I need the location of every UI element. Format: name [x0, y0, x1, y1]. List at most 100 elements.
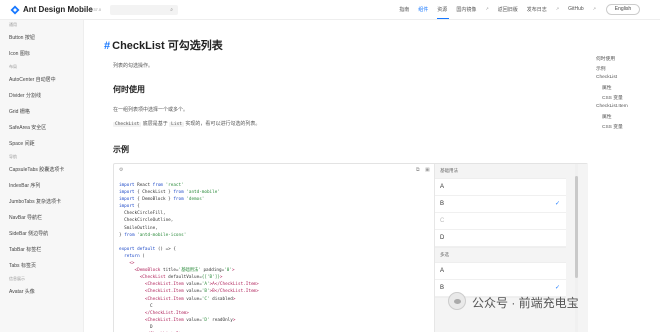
checklist-item[interactable]: D — [435, 230, 566, 247]
checklist-item[interactable]: A — [435, 263, 566, 280]
code-token: value= — [186, 296, 202, 302]
search-input[interactable]: ⌕ — [110, 5, 178, 15]
toc-link[interactable]: CheckList — [596, 75, 617, 80]
page-title: # CheckList 可勾选列表 — [104, 37, 223, 53]
code-token: CheckCircleFill, — [119, 211, 166, 217]
sidebar-item[interactable]: TabBar 标签栏 — [0, 242, 83, 258]
when-to-use-paragraph-2: CheckList 底层是基于 List 实现的，看可以进行勾选的列表。 — [113, 120, 260, 127]
sidebar-item[interactable]: Divider 分割线 — [0, 88, 83, 104]
toc-link[interactable]: 属性 — [602, 84, 612, 91]
sidebar-item[interactable]: Tabs 标签页 — [0, 258, 83, 274]
code-token: > — [231, 268, 235, 274]
code-token: import — [119, 197, 138, 203]
search-icon: ⌕ — [170, 7, 173, 13]
code-token: <> — [119, 261, 135, 267]
code-token: 'A' — [201, 282, 210, 288]
code-line: <CheckList.Item value='B'>B</CheckList.I… — [119, 288, 434, 295]
sidebar-item[interactable]: NavBar 导航栏 — [0, 210, 83, 226]
paragraph-text: 底层是基于 — [141, 121, 170, 127]
sidebar-item[interactable]: Grid 栅格 — [0, 104, 83, 120]
codesandbox-icon[interactable]: ⚙ — [119, 167, 123, 173]
code-block[interactable]: import React from 'react' import { CheckL… — [119, 182, 434, 332]
code-token: <CheckList — [119, 275, 169, 281]
code-token: return — [119, 253, 143, 259]
code-token: export default — [119, 246, 158, 252]
checklist-item: C — [435, 213, 566, 230]
checklist-item-label: D — [440, 235, 445, 241]
watermark: 公众号 · 前端充电宝 — [444, 289, 660, 317]
code-line: import { — [119, 203, 434, 210]
sidebar-item[interactable]: Space 间距 — [0, 136, 83, 152]
sidebar-item[interactable]: JumboTabs 复杂选项卡 — [0, 194, 83, 210]
code-token: <CheckList.Item — [119, 317, 187, 323]
code-line: </CheckList.Item> — [119, 310, 434, 317]
code-token: disabled — [212, 296, 233, 302]
nav-link-1[interactable]: 组件 — [418, 6, 428, 13]
sidebar-item[interactable]: Button 按钮 — [0, 30, 83, 46]
sidebar-menu: 通用 Button 按钮 Icon 图标 布局 AutoCenter 自动居中 Divid… — [0, 20, 84, 332]
code-line: } from 'antd-mobile-icons' — [119, 232, 434, 239]
code-token: { — [137, 204, 140, 210]
checklist-item[interactable]: A — [435, 179, 566, 196]
external-link-icon: ↗ — [555, 6, 560, 11]
paragraph-text: 实现的，看可以进行勾选的列表。 — [184, 121, 261, 127]
when-to-use-heading: 何时使用 — [113, 85, 145, 94]
toc-link[interactable]: CSS 变量 — [602, 123, 623, 130]
sidebar-item[interactable]: IndexBar 序列 — [0, 178, 83, 194]
code-token: <DemoBlock — [119, 268, 163, 274]
code-token: 'react' — [165, 183, 184, 188]
toc-link[interactable]: 何时使用 — [596, 55, 615, 62]
code-token: { CheckList } — [137, 190, 174, 196]
code-token: <CheckList.Item — [119, 296, 187, 302]
scrollbar-thumb[interactable] — [575, 176, 578, 278]
copy-icon[interactable]: ⧉ — [416, 167, 420, 173]
sidebar-group-title: 信息展示 — [9, 276, 25, 281]
code-token: defaultValue= — [168, 275, 202, 281]
page-title-text: CheckList 可勾选列表 — [112, 40, 223, 52]
code-token: {['B']} — [201, 275, 220, 281]
code-token: () => { — [157, 246, 176, 252]
sidebar-item[interactable]: SideBar 侧边导航 — [0, 226, 83, 242]
sidebar-group-title: 通用 — [9, 22, 17, 27]
anchor-hash[interactable]: # — [104, 40, 110, 52]
checklist-basic: A B ✓ C D — [435, 178, 566, 248]
code-token: <CheckList.Item — [119, 282, 187, 288]
when-to-use-paragraph-1: 在一组列表项中选择一个或多个。 — [113, 107, 189, 113]
sidebar-item[interactable]: AutoCenter 自动居中 — [0, 72, 83, 88]
code-line: export default () => { — [119, 246, 434, 253]
ant-design-logo-icon[interactable] — [10, 5, 20, 15]
wechat-account-icon — [448, 292, 466, 310]
code-line: <> — [119, 260, 434, 267]
code-line: CheckCircleOutline, — [119, 217, 434, 224]
code-token: ( — [142, 253, 145, 259]
toc-link[interactable]: CSS 变量 — [602, 94, 623, 101]
checklist-item[interactable]: B ✓ — [435, 196, 566, 213]
toc-link[interactable]: CheckList.Item — [596, 104, 628, 109]
language-switch-button[interactable]: English — [606, 4, 640, 15]
toc-link[interactable]: 属性 — [602, 113, 612, 120]
code-token: title= — [162, 268, 179, 274]
code-token: from — [173, 190, 187, 196]
code-token: >A</CheckList.Item> — [209, 282, 259, 288]
brand-name[interactable]: Ant Design Mobile — [23, 5, 93, 14]
sidebar-item[interactable]: Icon 图标 — [0, 46, 83, 62]
nav-link-0[interactable]: 指南 — [399, 6, 409, 13]
checklist-item-label: C — [440, 218, 445, 224]
sidebar-item[interactable]: CapsuleTabs 胶囊选项卡 — [0, 162, 83, 178]
code-token: SmileOutline, — [119, 225, 158, 231]
code-token: 'antd-mobile' — [186, 190, 220, 196]
sidebar-item[interactable]: Avatar 头像 — [0, 284, 83, 300]
code-line: import React from 'react' — [119, 182, 434, 189]
expand-icon[interactable]: ▣ — [425, 167, 430, 173]
code-token: </CheckList.Item> — [119, 310, 189, 316]
nav-link-2[interactable]: 资源 — [437, 6, 447, 13]
nav-link-4[interactable]: 返回旧版 — [498, 6, 518, 13]
sidebar-item[interactable]: SafeArea 安全区 — [0, 120, 83, 136]
code-token: D — [119, 324, 153, 330]
code-token: 'D' — [201, 317, 213, 323]
nav-link-3[interactable]: 国内镜像 — [456, 6, 476, 13]
nav-link-6[interactable]: GitHub — [568, 6, 584, 13]
toc-link[interactable]: 示例 — [596, 65, 606, 72]
nav-link-5[interactable]: 发布日志 — [527, 6, 547, 13]
examples-heading: 示例 — [113, 145, 129, 154]
